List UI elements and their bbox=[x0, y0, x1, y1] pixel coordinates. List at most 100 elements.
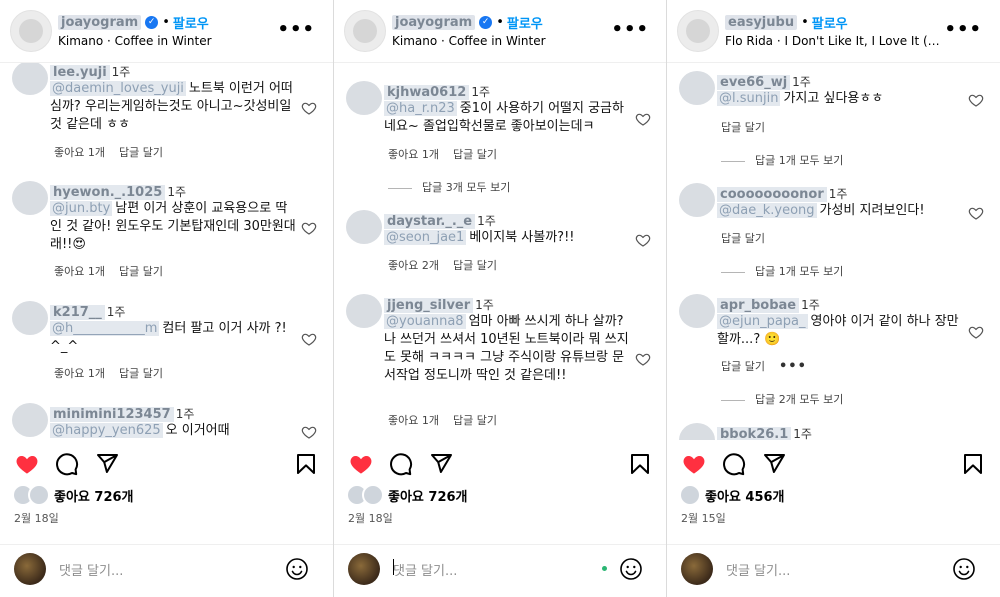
mention-link[interactable]: @dae_k.yeong bbox=[717, 203, 817, 218]
mention-link[interactable]: @h___________m bbox=[50, 321, 160, 336]
comment-more-icon[interactable]: ••• bbox=[779, 359, 807, 374]
more-options-icon[interactable]: ••• bbox=[944, 19, 982, 40]
more-options-icon[interactable]: ••• bbox=[611, 19, 649, 40]
heart-filled-icon[interactable] bbox=[348, 452, 374, 476]
profile-avatar[interactable] bbox=[10, 10, 52, 52]
reply-button[interactable]: 답글 달기 bbox=[453, 148, 497, 161]
profile-avatar[interactable] bbox=[344, 10, 386, 52]
reply-button[interactable]: 답글 달기 bbox=[119, 367, 163, 380]
heart-outline-icon[interactable] bbox=[635, 351, 651, 367]
heart-outline-icon[interactable] bbox=[968, 324, 984, 340]
audio-subtitle[interactable]: Kimano · Coffee in Winter bbox=[58, 34, 273, 48]
follow-button[interactable]: 팔로우 bbox=[173, 13, 209, 32]
likes-count[interactable]: 좋아요 456개 bbox=[705, 486, 785, 505]
mention-link[interactable]: @happy_yen625 bbox=[50, 423, 163, 438]
avatar[interactable] bbox=[346, 210, 382, 244]
username[interactable]: joayogram bbox=[58, 14, 142, 30]
emoji-icon[interactable] bbox=[285, 557, 309, 581]
mention-link[interactable]: @youanna8 bbox=[384, 314, 466, 329]
more-options-icon[interactable]: ••• bbox=[277, 19, 315, 40]
comment-username[interactable]: jjeng_silver bbox=[384, 298, 474, 313]
avatar[interactable] bbox=[12, 301, 48, 335]
mention-link[interactable]: @l.sunjin bbox=[717, 91, 781, 106]
avatar[interactable] bbox=[346, 294, 382, 328]
comment-username[interactable]: k217__ bbox=[50, 305, 105, 320]
share-icon[interactable] bbox=[428, 452, 454, 476]
mention-link[interactable]: @ha_r.n23 bbox=[384, 101, 457, 116]
bookmark-icon[interactable] bbox=[294, 452, 318, 476]
avatar[interactable] bbox=[679, 423, 715, 440]
follow-button[interactable]: 팔로우 bbox=[507, 13, 543, 32]
add-comment-input[interactable]: 댓글 달기... bbox=[726, 560, 790, 579]
emoji-icon[interactable] bbox=[952, 557, 976, 581]
heart-outline-icon[interactable] bbox=[301, 331, 317, 347]
reply-button[interactable]: 답글 달기 bbox=[119, 265, 163, 278]
comment-username[interactable]: coooooooonor bbox=[717, 187, 827, 202]
mention-link[interactable]: @daemin_loves_yuji bbox=[50, 81, 186, 96]
heart-outline-icon[interactable] bbox=[968, 205, 984, 221]
share-icon[interactable] bbox=[94, 452, 120, 476]
avatar[interactable] bbox=[12, 181, 48, 215]
username[interactable]: easyjubu bbox=[725, 14, 798, 30]
share-icon[interactable] bbox=[761, 452, 787, 476]
reply-button[interactable]: 답글 달기 bbox=[721, 121, 765, 134]
comment-icon[interactable] bbox=[54, 452, 80, 476]
comment-username[interactable]: bbok26.1 bbox=[717, 427, 792, 440]
reply-button[interactable]: 답글 달기 bbox=[721, 232, 765, 245]
comment-likes[interactable]: 좋아요 1개 bbox=[388, 148, 439, 161]
heart-outline-icon[interactable] bbox=[301, 424, 317, 440]
reply-button[interactable]: 답글 달기 bbox=[453, 259, 497, 272]
heart-filled-icon[interactable] bbox=[14, 452, 40, 476]
mention-link[interactable]: @ejun_papa_ bbox=[717, 314, 808, 329]
follow-button[interactable]: 팔로우 bbox=[812, 13, 848, 32]
heart-outline-icon[interactable] bbox=[635, 232, 651, 248]
view-replies-button[interactable]: 답글 1개 모두 보기 bbox=[721, 152, 843, 168]
comment-likes[interactable]: 좋아요 1개 bbox=[388, 414, 439, 427]
comment-username[interactable]: minimini123457 bbox=[50, 407, 174, 422]
avatar[interactable] bbox=[679, 294, 715, 328]
username[interactable]: joayogram bbox=[392, 14, 476, 30]
comment-likes[interactable]: 좋아요 1개 bbox=[54, 265, 105, 278]
comment-username[interactable]: hyewon._.1025 bbox=[50, 185, 166, 200]
reply-button[interactable]: 답글 달기 bbox=[119, 146, 163, 159]
reply-button[interactable]: 답글 달기 bbox=[453, 414, 497, 427]
comment-list[interactable]: kjhwa0612 1주 @ha_r.n23 중1이 사용하기 어떨지 궁금하네요~… bbox=[334, 63, 667, 440]
bookmark-icon[interactable] bbox=[628, 452, 652, 476]
avatar[interactable] bbox=[679, 71, 715, 105]
view-replies-button[interactable]: 답글 2개 모두 보기 bbox=[721, 391, 843, 407]
comment-likes[interactable]: 좋아요 1개 bbox=[54, 367, 105, 380]
add-comment-input[interactable]: 댓글 달기... bbox=[393, 560, 457, 579]
add-comment-input[interactable]: 댓글 달기... bbox=[59, 560, 123, 579]
comment-list[interactable]: eve66_wj 1주 @l.sunjin 가지고 싶다용ㅎㅎ 답글 달기 답글 1… bbox=[667, 63, 1000, 440]
avatar[interactable] bbox=[346, 81, 382, 115]
heart-filled-icon[interactable] bbox=[681, 452, 707, 476]
view-replies-button[interactable]: 답글 1개 모두 보기 bbox=[721, 263, 843, 279]
comment-username[interactable]: kjhwa0612 bbox=[384, 85, 470, 100]
comment-username[interactable]: apr_bobae bbox=[717, 298, 800, 313]
bookmark-icon[interactable] bbox=[961, 452, 985, 476]
audio-subtitle[interactable]: Flo Rida · I Don't Like It, I Love It (f… bbox=[725, 34, 940, 48]
mention-link[interactable]: @jun.bty bbox=[50, 201, 113, 216]
likes-summary[interactable]: 좋아요 726개 bbox=[12, 484, 134, 506]
comment-username[interactable]: daystar._._e bbox=[384, 214, 476, 229]
heart-outline-icon[interactable] bbox=[301, 100, 317, 116]
profile-avatar[interactable] bbox=[677, 10, 719, 52]
heart-outline-icon[interactable] bbox=[968, 92, 984, 108]
heart-outline-icon[interactable] bbox=[301, 220, 317, 236]
comment-username[interactable]: lee.yuji bbox=[50, 65, 110, 80]
comment-likes[interactable]: 좋아요 2개 bbox=[388, 259, 439, 272]
comment-icon[interactable] bbox=[721, 452, 747, 476]
audio-subtitle[interactable]: Kimano · Coffee in Winter bbox=[392, 34, 607, 48]
likes-summary[interactable]: 좋아요 456개 bbox=[679, 484, 785, 506]
reply-button[interactable]: 답글 달기 bbox=[721, 360, 765, 373]
likes-summary[interactable]: 좋아요 726개 bbox=[346, 484, 468, 506]
mention-link[interactable]: @seon_jae1 bbox=[384, 230, 467, 245]
comment-likes[interactable]: 좋아요 1개 bbox=[54, 146, 105, 159]
view-replies-button[interactable]: 답글 3개 모두 보기 bbox=[388, 179, 510, 195]
avatar[interactable] bbox=[12, 63, 48, 95]
avatar[interactable] bbox=[12, 403, 48, 437]
comment-list[interactable]: lee.yuji 1주 @daemin_loves_yuji 노트북 이런거 어떠심… bbox=[0, 63, 333, 440]
comment-username[interactable]: eve66_wj bbox=[717, 75, 791, 90]
likes-count[interactable]: 좋아요 726개 bbox=[388, 486, 468, 505]
heart-outline-icon[interactable] bbox=[635, 111, 651, 127]
